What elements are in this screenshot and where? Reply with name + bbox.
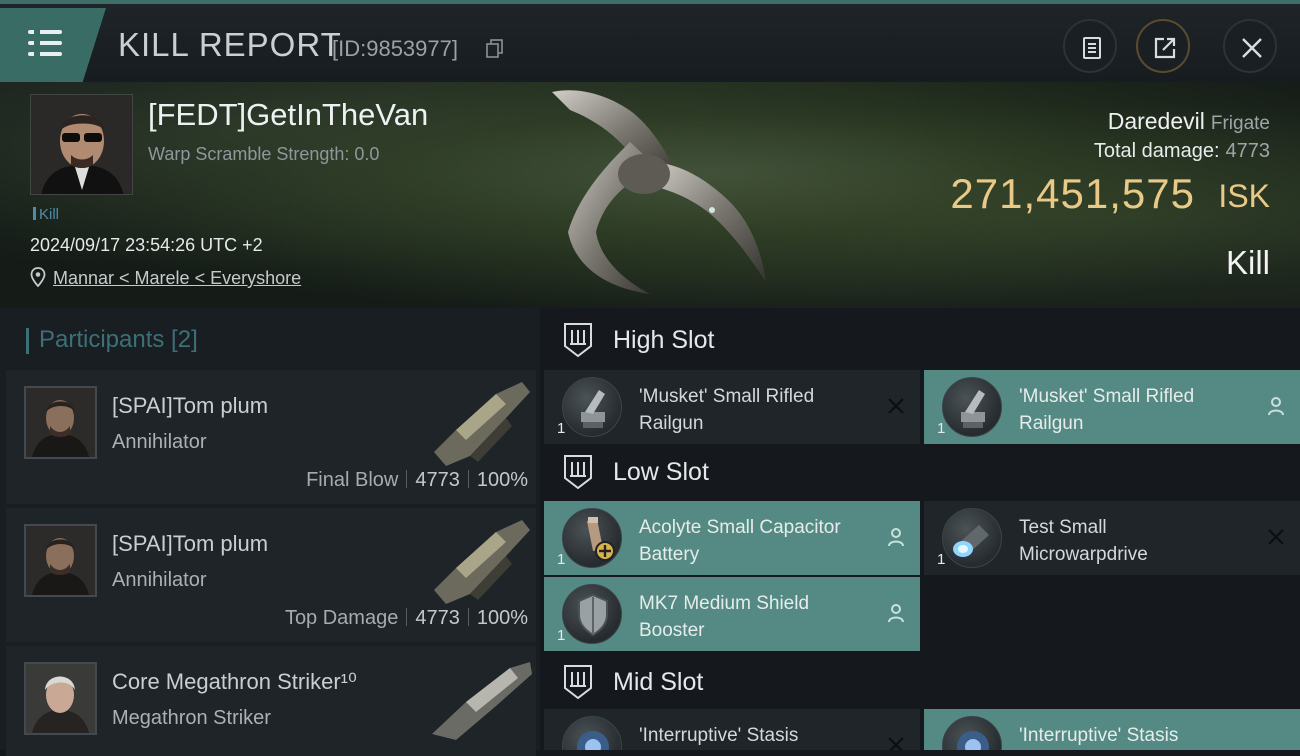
participant-name[interactable]: [SPAI]Tom plum	[112, 393, 268, 419]
railgun-icon	[942, 377, 1002, 437]
participant-damage: 4773	[415, 469, 460, 491]
mid-slot-label: Mid Slot	[613, 668, 704, 696]
participant-avatar	[24, 386, 97, 459]
participant-damage: 4773	[415, 607, 460, 629]
module-item[interactable]: 1 MK7 Medium Shield Booster	[544, 577, 920, 651]
kill-result: Kill	[1225, 244, 1270, 281]
participant-card[interactable]: [SPAI]Tom plum Annihilator Final Blow 477…	[6, 370, 536, 504]
module-item[interactable]: 'Interruptive' Stasis	[924, 709, 1300, 750]
capacitor-battery-icon	[562, 508, 622, 568]
participant-percent: 100%	[476, 469, 528, 491]
participant-stats: Final Blow 4773 100%	[306, 469, 528, 492]
high-slot-header: High Slot	[544, 308, 1300, 370]
participant-card[interactable]: Core Megathron Striker¹⁰ Megathron Strik…	[6, 646, 536, 756]
isk-unit: ISK	[1218, 178, 1270, 214]
module-quantity: 1	[557, 627, 566, 644]
module-item[interactable]: 1 'Musket' Small Rifled Railgun	[544, 370, 920, 444]
module-quantity: 1	[557, 551, 566, 568]
module-quantity: 1	[937, 551, 946, 568]
module-quantity: 1	[557, 420, 566, 437]
high-slot-label: High Slot	[613, 326, 715, 354]
participants-panel: Participants [2] [SPAI]Tom plum Annihila…	[0, 308, 540, 756]
isk-value: 271,451,575	[950, 170, 1195, 217]
module-name: 'Musket' Small Rifled Railgun	[639, 386, 815, 434]
participant-ship-image	[434, 382, 530, 466]
module-item[interactable]: 'Interruptive' Stasis	[544, 709, 920, 750]
participant-ship: Annihilator	[112, 569, 207, 591]
module-item[interactable]: 1 Test Small Microwarpdrive	[924, 501, 1300, 575]
participant-ship-image	[434, 520, 530, 604]
kill-tag: Kill	[33, 206, 59, 223]
close-icon	[888, 398, 904, 414]
participant-percent: 100%	[476, 607, 528, 629]
close-icon	[888, 737, 904, 750]
share-button[interactable]	[1136, 19, 1190, 73]
victim-avatar[interactable]	[30, 94, 133, 195]
menu-button[interactable]	[0, 8, 106, 82]
participant-role: Final Blow	[306, 469, 399, 491]
railgun-icon	[562, 377, 622, 437]
page-title: KILL REPORT	[118, 26, 342, 63]
total-damage: Total damage: 4773	[1094, 140, 1270, 163]
kill-location-link[interactable]: Mannar < Marele < Everyshore	[53, 268, 301, 289]
fitting-panel: High Slot 1 'Musket' Small Rifled Railgu…	[544, 308, 1300, 750]
participant-avatar	[24, 662, 97, 735]
participant-ship-image	[432, 662, 532, 740]
copy-icon[interactable]	[486, 39, 504, 59]
total-damage-label: Total damage:	[1093, 140, 1220, 162]
module-name: Test Small Microwarpdrive	[1019, 517, 1148, 565]
victim-summary: [FEDT]GetInTheVan Warp Scramble Strength…	[0, 82, 1300, 308]
participant-stats: Top Damage 4773 100%	[285, 607, 528, 630]
low-slot-header: Low Slot	[544, 440, 1300, 502]
participants-title: Participants [2]	[26, 326, 198, 354]
module-item[interactable]: 1 Acolyte Small Capacitor Battery	[544, 501, 920, 575]
top-bar: KILL REPORT [ID:9853977]	[0, 0, 1300, 82]
module-name: 'Interruptive' Stasis	[639, 725, 799, 746]
clipboard-icon	[1083, 37, 1101, 59]
stasis-web-icon	[562, 716, 622, 750]
victim-ship-name[interactable]: Daredevil	[1108, 108, 1205, 134]
low-slot-label: Low Slot	[613, 458, 709, 486]
person-icon	[1268, 397, 1284, 416]
location-pin-icon	[30, 267, 46, 287]
module-name: 'Interruptive' Stasis	[1019, 725, 1179, 746]
module-name: 'Musket' Small Rifled Railgun	[1019, 386, 1195, 434]
share-icon	[1154, 37, 1176, 59]
module-name: Acolyte Small Capacitor Battery	[639, 517, 841, 565]
person-icon	[888, 528, 904, 547]
high-slot-icon	[564, 323, 592, 358]
victim-name[interactable]: [FEDT]GetInTheVan	[148, 97, 428, 133]
clipboard-button[interactable]	[1063, 19, 1117, 73]
participant-ship: Annihilator	[112, 431, 207, 453]
close-icon	[1268, 529, 1284, 545]
kill-datetime: 2024/09/17 23:54:26 UTC +2	[30, 235, 263, 255]
warp-scramble-strength: Warp Scramble Strength: 0.0	[148, 144, 380, 164]
participant-ship: Megathron Striker	[112, 707, 271, 729]
mid-slot-icon	[564, 665, 592, 700]
victim-ship-class: Frigate	[1210, 113, 1270, 134]
victim-ship-image[interactable]	[540, 82, 780, 304]
close-button[interactable]	[1223, 19, 1277, 73]
participant-avatar	[24, 524, 97, 597]
module-item[interactable]: 1 'Musket' Small Rifled Railgun	[924, 370, 1300, 444]
participant-name[interactable]: Core Megathron Striker¹⁰	[112, 669, 357, 695]
participant-role: Top Damage	[284, 607, 399, 629]
total-damage-value: 4773	[1225, 140, 1271, 162]
module-quantity: 1	[937, 420, 946, 437]
close-icon	[1242, 38, 1262, 58]
microwarpdrive-icon	[942, 508, 1002, 568]
low-slot-icon	[564, 455, 592, 490]
participant-name[interactable]: [SPAI]Tom plum	[112, 531, 268, 557]
stasis-web-icon	[942, 716, 1002, 750]
shield-booster-icon	[562, 584, 622, 644]
victim-ship: Daredevil Frigate	[1108, 108, 1270, 135]
person-icon	[888, 604, 904, 623]
participant-card[interactable]: [SPAI]Tom plum Annihilator Top Damage 477…	[6, 508, 536, 642]
module-name: MK7 Medium Shield Booster	[639, 593, 810, 641]
mid-slot-header: Mid Slot	[544, 650, 1300, 712]
report-id: [ID:9853977]	[332, 36, 458, 61]
